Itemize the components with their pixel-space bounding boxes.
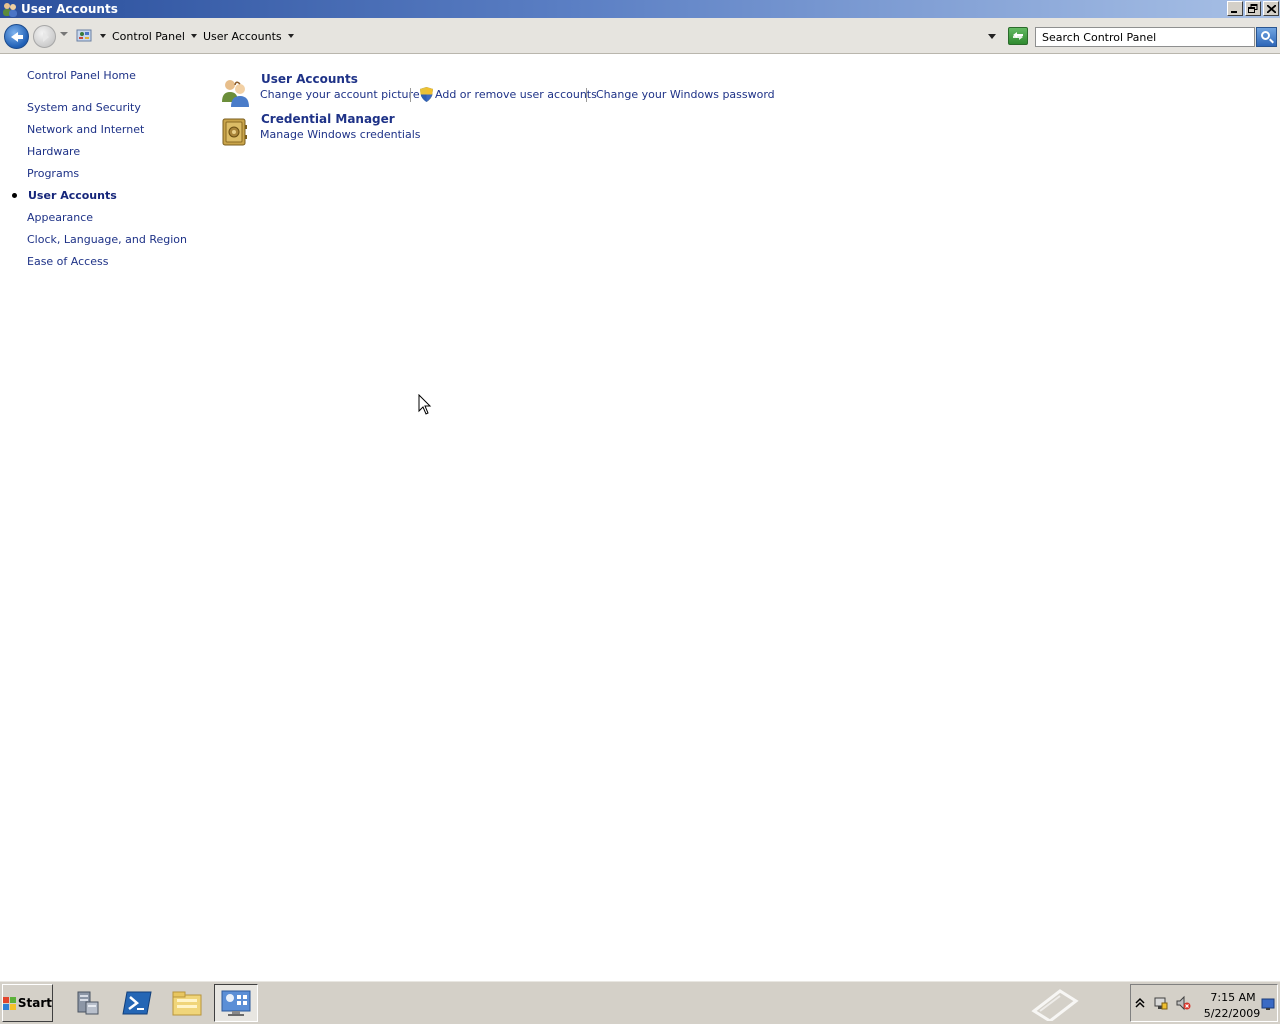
network-icon[interactable] [1153,995,1169,1014]
manage-windows-credentials-link[interactable]: Manage Windows credentials [260,128,421,141]
main-content: User Accounts Change your account pictur… [205,54,1280,980]
explorer-icon[interactable] [165,984,209,1022]
clock-date[interactable]: 5/22/2009 [1203,1007,1261,1020]
close-button[interactable] [1263,1,1279,16]
breadcrumb-control-panel[interactable]: Control Panel [112,30,185,43]
restore-button[interactable] [1245,1,1261,16]
recent-pages-dropdown-icon[interactable] [60,32,68,36]
sidebar-item-ease-of-access[interactable]: Ease of Access [27,255,108,268]
volume-muted-icon[interactable] [1175,995,1191,1014]
control-panel-home-link[interactable]: Control Panel Home [27,69,136,82]
chevron-down-icon[interactable] [287,34,294,38]
sidebar-item-programs[interactable]: Programs [27,167,79,180]
window-title: User Accounts [21,2,118,16]
clock-time[interactable]: 7:15 AM [1205,991,1261,1004]
back-arrow-icon[interactable] [4,24,29,49]
task-separator [586,88,587,102]
task-separator [410,88,411,102]
uac-shield-icon [420,87,433,102]
category-title-user-accounts[interactable]: User Accounts [261,72,358,86]
change-windows-password-link[interactable]: Change your Windows password [596,88,775,101]
forward-arrow-icon[interactable] [33,25,56,48]
current-item-bullet [12,193,17,198]
sidebar-item-appearance[interactable]: Appearance [27,211,93,224]
taskbar: Start 7:15 AM 5/22/2009 [0,980,1280,1024]
address-history-dropdown-icon[interactable] [988,34,996,39]
refresh-icon[interactable] [1008,27,1028,45]
control-panel-taskbar-icon[interactable] [214,984,258,1022]
left-navigation: Control Panel Home System and Security N… [0,54,205,980]
control-panel-icon [76,28,94,44]
minimize-button[interactable] [1227,1,1243,16]
category-title-credential-manager[interactable]: Credential Manager [261,112,395,126]
chevron-down-icon[interactable] [190,34,197,38]
change-account-picture-link[interactable]: Change your account picture [260,88,420,101]
mouse-pointer-icon [418,393,432,416]
search-input[interactable]: Search Control Panel [1035,27,1255,47]
system-tray: 7:15 AM 5/22/2009 [1130,984,1278,1022]
user-accounts-app-icon [2,1,18,17]
title-bar: User Accounts [0,0,1280,18]
sidebar-item-network-and-internet[interactable]: Network and Internet [27,123,144,136]
add-remove-user-accounts-link[interactable]: Add or remove user accounts [435,88,597,101]
sidebar-item-hardware[interactable]: Hardware [27,145,80,158]
sidebar-item-user-accounts[interactable]: User Accounts [28,189,117,202]
show-hidden-icons-icon[interactable] [1135,996,1145,1011]
users-icon[interactable] [219,76,251,108]
sidebar-item-clock-language-region[interactable]: Clock, Language, and Region [27,233,187,246]
search-icon[interactable] [1256,27,1277,47]
address-bar: Control Panel User Accounts Search Contr… [0,18,1280,54]
chevron-down-icon[interactable] [100,34,106,38]
vault-icon[interactable] [219,116,251,148]
powershell-icon[interactable] [115,984,159,1022]
breadcrumb-user-accounts[interactable]: User Accounts [203,30,282,43]
start-label: Start [17,996,52,1010]
server-manager-icon[interactable] [65,984,109,1022]
start-button[interactable]: Start [2,984,53,1022]
windows-flag-icon [3,996,16,1010]
show-desktop-icon[interactable] [1261,997,1275,1014]
breadcrumb[interactable]: Control Panel User Accounts [72,25,1002,47]
sidebar-item-system-and-security[interactable]: System and Security [27,101,141,114]
